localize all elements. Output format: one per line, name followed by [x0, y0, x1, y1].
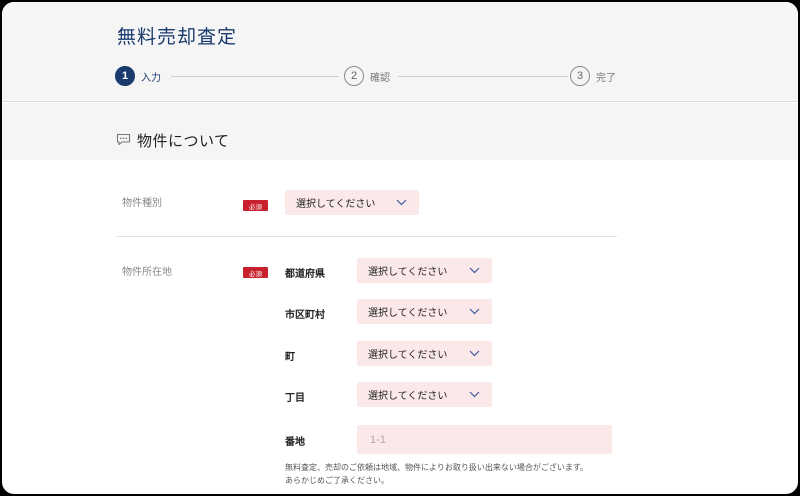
step-number: 2 [344, 66, 364, 86]
property-type-label: 物件種別 [122, 198, 162, 209]
select-value: 選択してください [368, 308, 448, 319]
select-value: 選択してください [296, 199, 376, 210]
select-value: 選択してください [368, 267, 448, 278]
address-number-input[interactable] [357, 425, 612, 454]
section-title: 物件について [116, 130, 230, 151]
location-label: 物件所在地 [122, 267, 172, 278]
page-header: 無料売却査定 1 入力 2 確認 3 完了 [2, 2, 798, 102]
town-select[interactable]: 選択してください [357, 341, 492, 366]
step-complete: 3 完了 [570, 65, 616, 87]
select-value: 選択してください [368, 391, 448, 402]
step-label: 完了 [596, 72, 616, 84]
chome-select[interactable]: 選択してください [357, 382, 492, 407]
app-window: 無料売却査定 1 入力 2 確認 3 完了 物件について 物件種別 必須 選択し… [2, 2, 798, 494]
step-connector [171, 76, 339, 77]
notice-line: あらかじめご了承ください。 [285, 476, 389, 485]
step-number: 3 [570, 66, 590, 86]
select-value: 選択してください [368, 350, 448, 361]
city-select[interactable]: 選択してください [357, 299, 492, 324]
step-number: 1 [115, 66, 135, 86]
step-input: 1 入力 [115, 65, 161, 87]
city-label: 市区町村 [285, 310, 325, 321]
chevron-down-icon [469, 307, 480, 318]
page-title: 無料売却査定 [117, 26, 238, 48]
prefecture-select[interactable]: 選択してください [357, 258, 492, 283]
row-divider [117, 236, 617, 237]
step-confirm: 2 確認 [344, 65, 390, 87]
step-label: 入力 [141, 72, 161, 84]
notice-line: 無料査定、売却のご依頼は地域、物件によりお取り扱い出来ない場合がございます。 [285, 463, 589, 472]
step-connector [398, 76, 568, 77]
property-type-select[interactable]: 選択してください [285, 190, 419, 215]
chevron-down-icon [469, 266, 480, 277]
required-badge: 必須 [243, 200, 268, 211]
required-badge: 必須 [243, 267, 268, 278]
step-label: 確認 [370, 72, 390, 84]
town-label: 町 [285, 352, 295, 363]
chevron-down-icon [469, 349, 480, 360]
notice-text: 無料査定、売却のご依頼は地域、物件によりお取り扱い出来ない場合がございます。 あ… [285, 461, 625, 487]
chevron-down-icon [469, 390, 480, 401]
chome-label: 丁目 [285, 393, 305, 404]
progress-steps: 1 入力 2 確認 3 完了 [115, 65, 620, 87]
address-number-label: 番地 [285, 437, 305, 448]
chevron-down-icon [396, 198, 407, 209]
prefecture-label: 都道府県 [285, 269, 325, 280]
section-title-text: 物件について [137, 132, 230, 150]
speech-bubble-icon [116, 131, 131, 150]
